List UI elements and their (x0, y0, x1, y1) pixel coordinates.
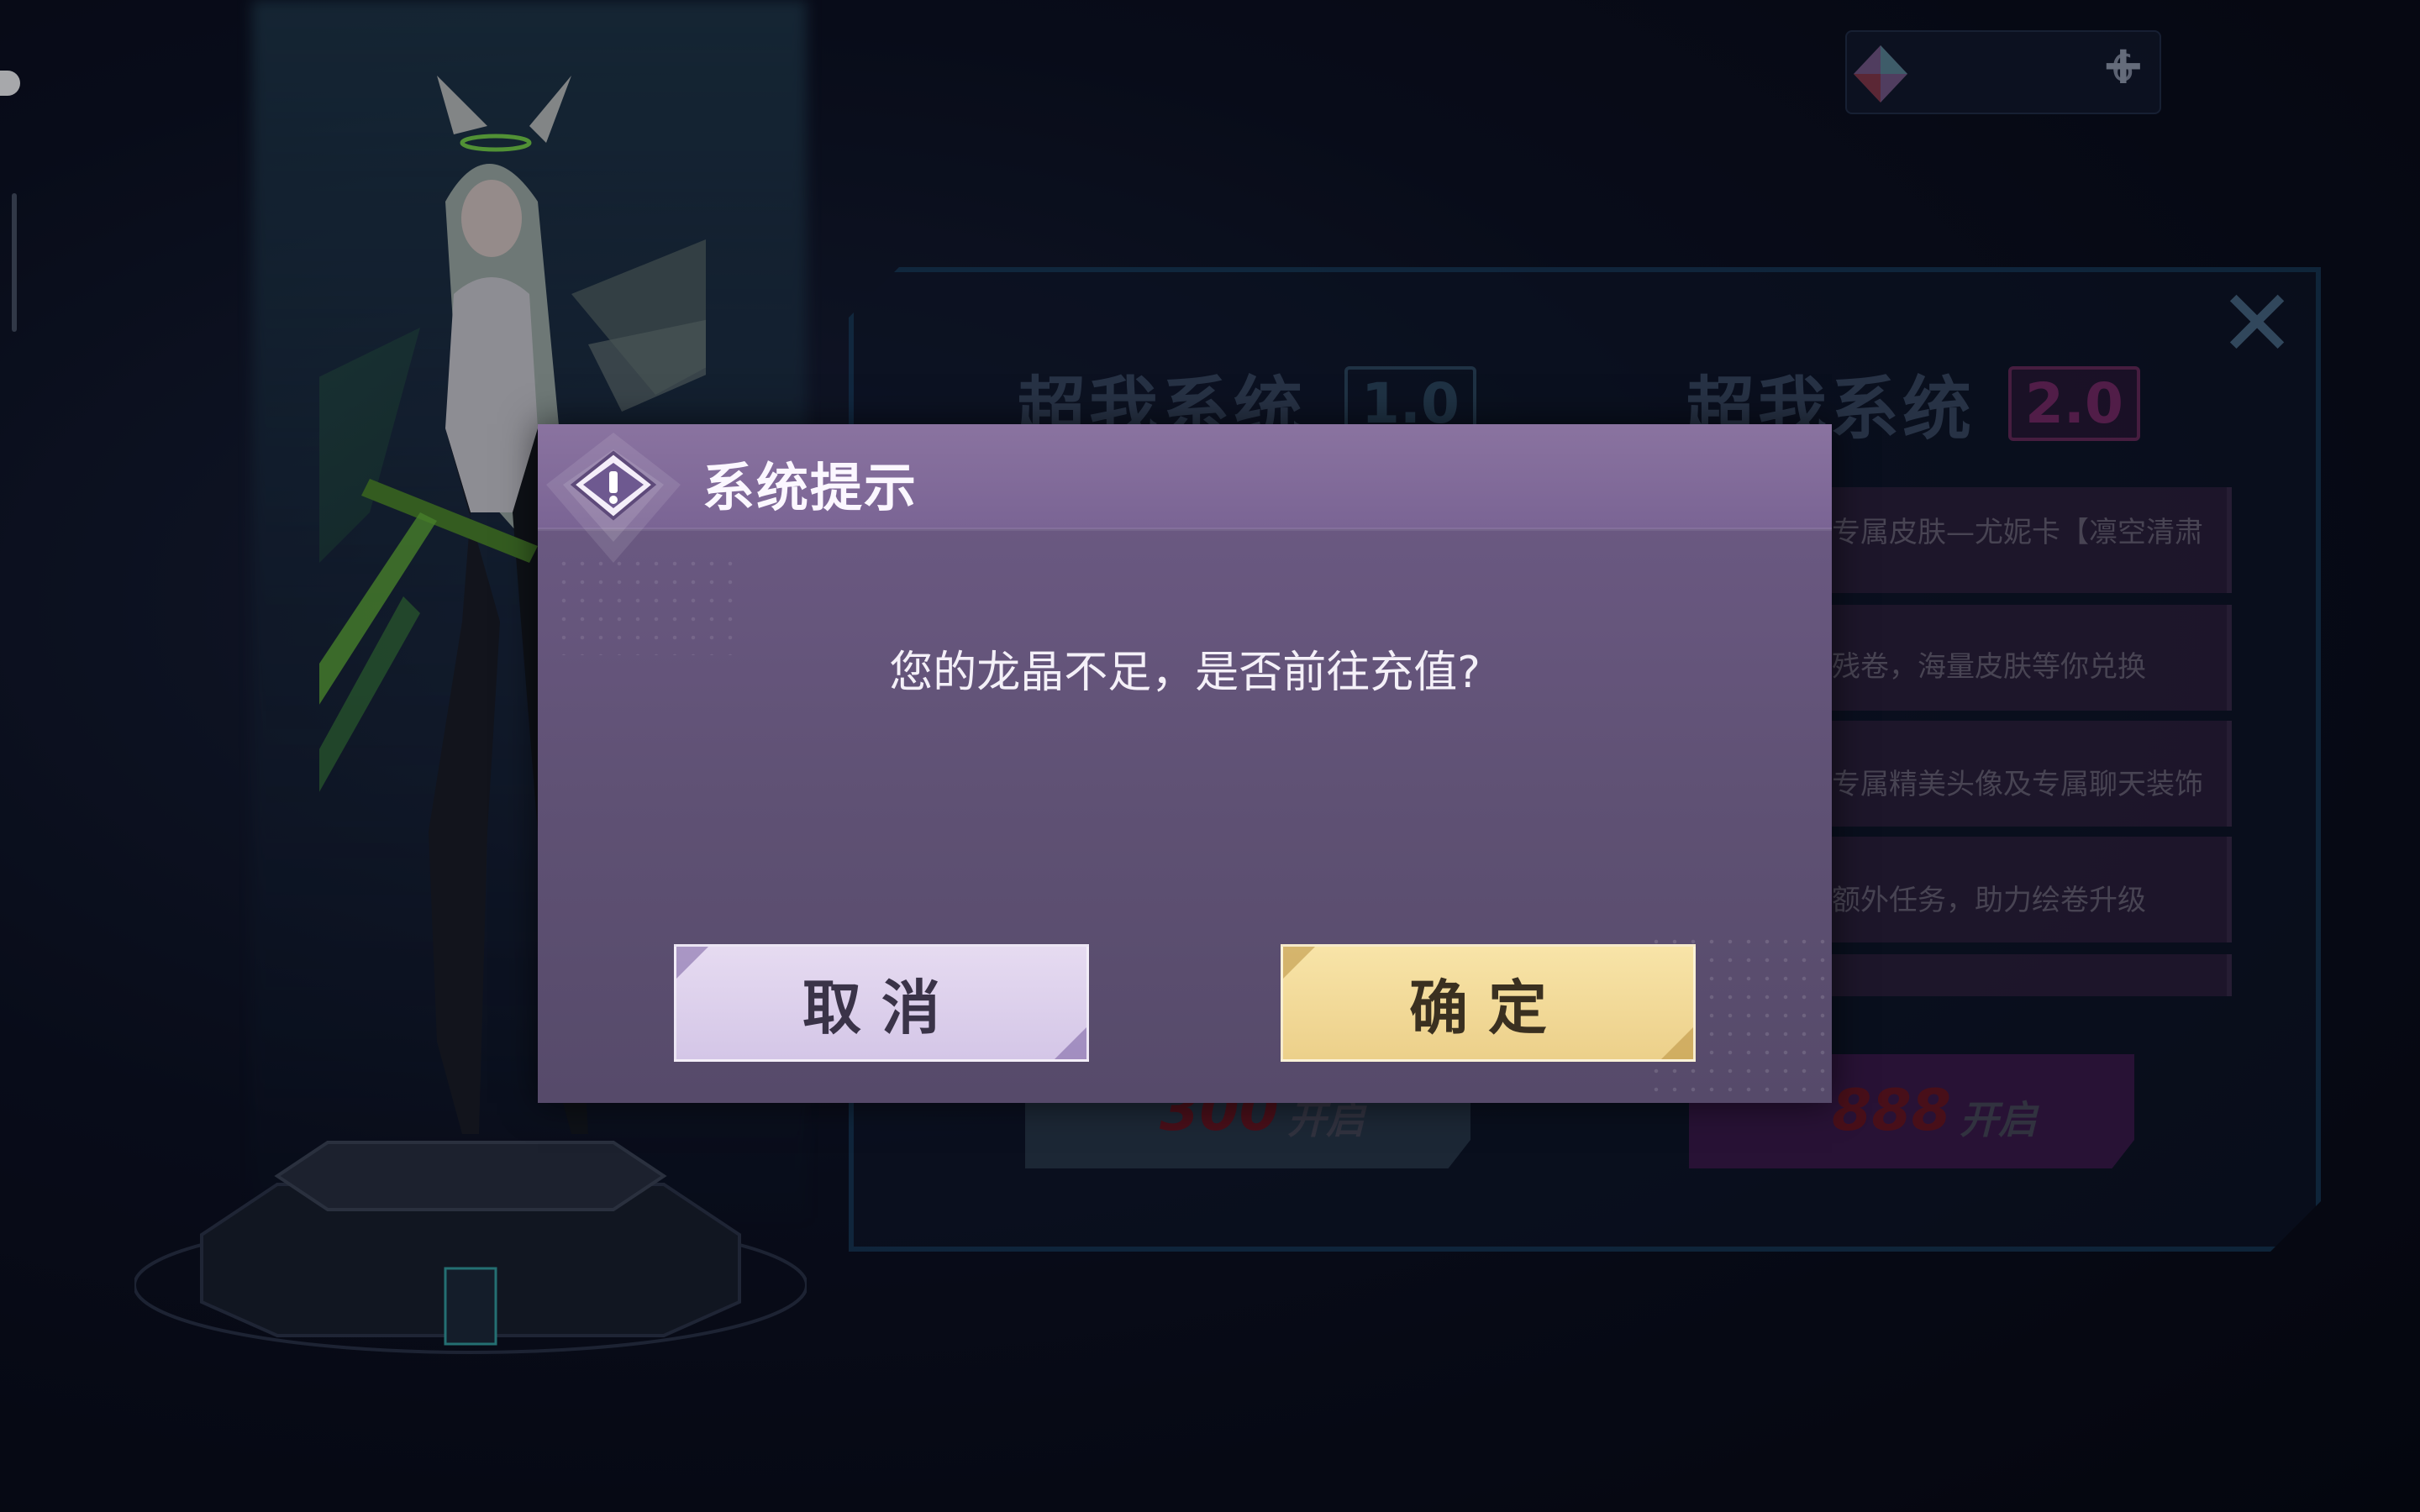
dialog-title: 系统提示 (702, 457, 918, 518)
confirm-button-label: 确定 (1409, 973, 1567, 1042)
button-corner-decor (676, 947, 708, 979)
dialog-message: 您的龙晶不足，是否前往充值? (889, 648, 1481, 698)
header-divider (538, 528, 1832, 531)
confirm-button[interactable]: 确定 (1281, 944, 1696, 1062)
button-corner-decor (1661, 1027, 1693, 1059)
cancel-button[interactable]: 取消 (674, 944, 1089, 1062)
cancel-button-label: 取消 (802, 973, 960, 1042)
button-corner-decor (1055, 1027, 1086, 1059)
warning-icon (546, 433, 681, 563)
button-corner-decor (1283, 947, 1315, 979)
